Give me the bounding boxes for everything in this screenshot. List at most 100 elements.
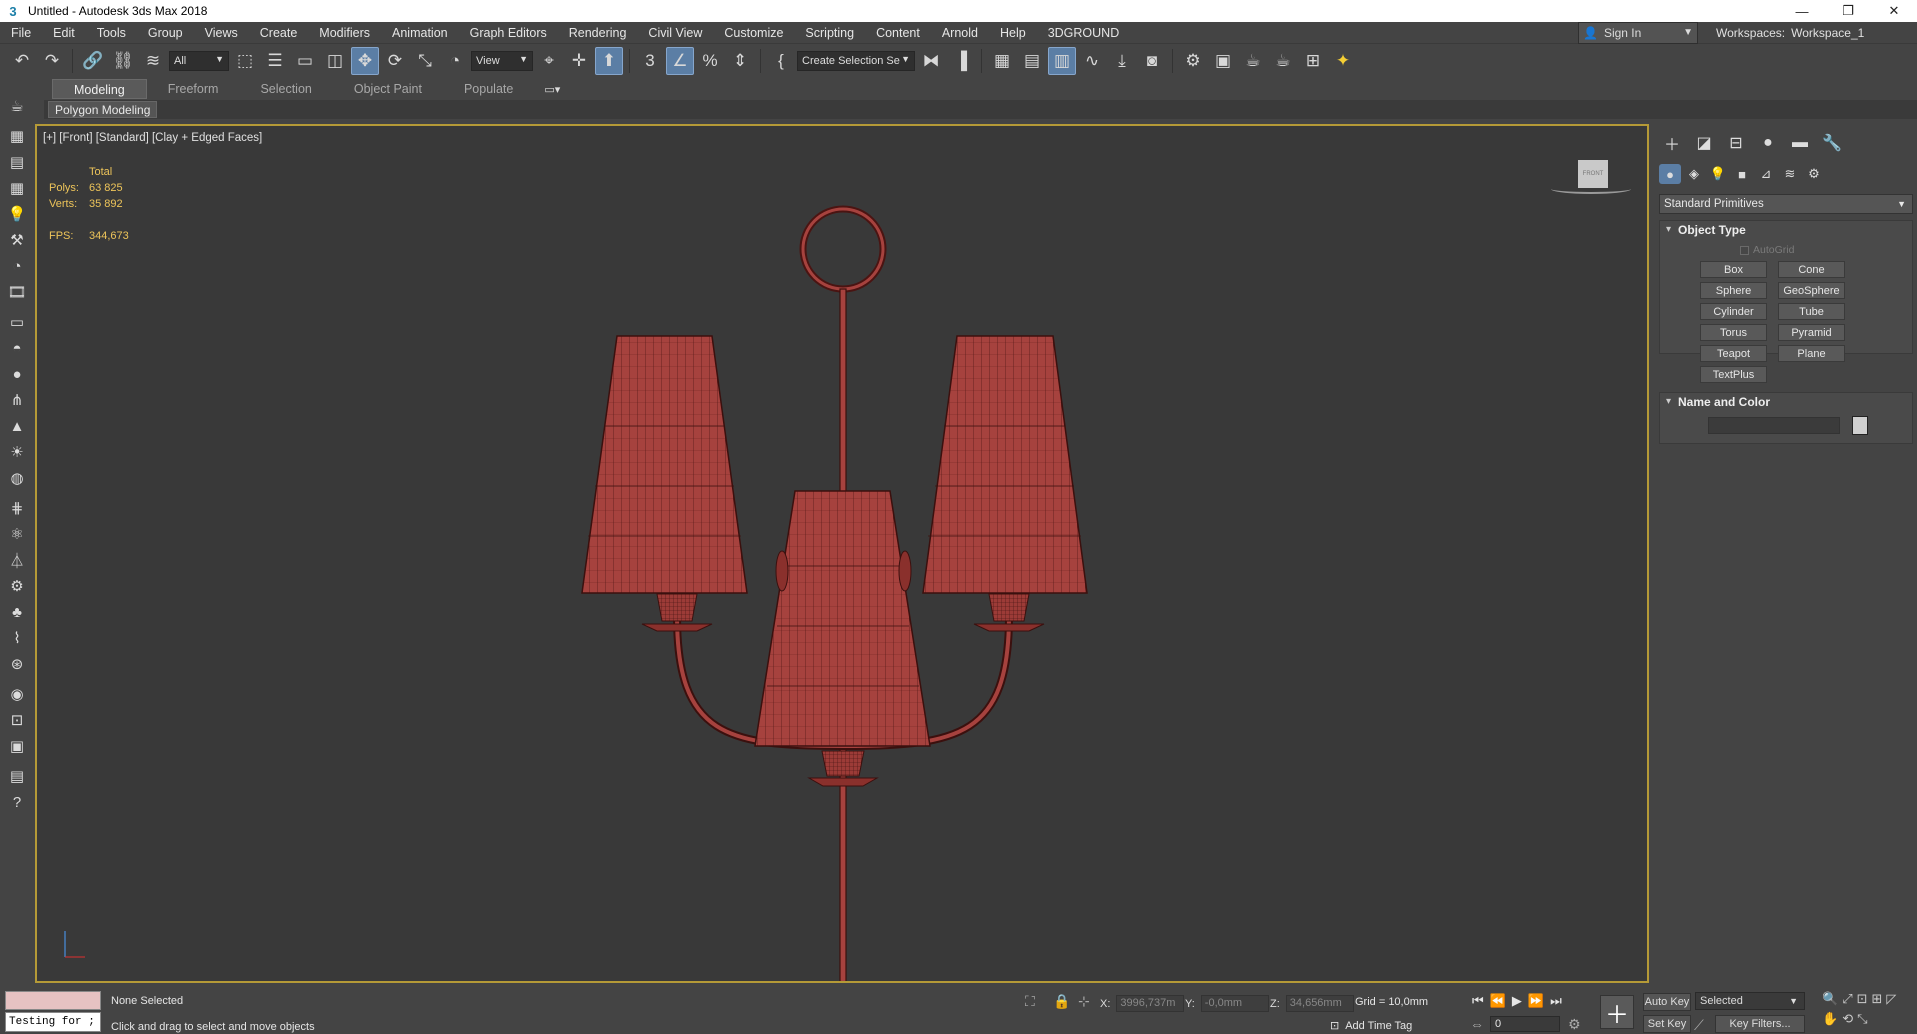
primitive-type-dropdown[interactable]: Standard Primitives ▼ xyxy=(1659,194,1913,214)
go-to-end-icon[interactable]: ⏭ xyxy=(1550,993,1562,1009)
menu-file[interactable]: File xyxy=(0,22,42,44)
sconce-model[interactable] xyxy=(37,126,1647,981)
curve-editor-icon[interactable]: ∿ xyxy=(1078,47,1106,75)
textplus-button[interactable]: TextPlus xyxy=(1700,366,1767,383)
torus-button[interactable]: Torus xyxy=(1700,324,1767,341)
key-filters-button[interactable]: Key Filters... xyxy=(1715,1015,1805,1033)
menu-scripting[interactable]: Scripting xyxy=(794,22,865,44)
shell-icon[interactable]: ⊛ xyxy=(5,652,29,676)
sun-icon[interactable]: ☀ xyxy=(5,440,29,464)
select-object-icon[interactable]: ⬚ xyxy=(231,47,259,75)
lights-icon[interactable]: 💡 xyxy=(1707,164,1729,184)
select-by-name-icon[interactable]: ☰ xyxy=(261,47,289,75)
auto-key-button[interactable]: Auto Key xyxy=(1643,993,1691,1011)
select-and-move-icon[interactable]: ✥ xyxy=(351,47,379,75)
object-type-title[interactable]: Object Type xyxy=(1660,221,1912,239)
menu-help[interactable]: Help xyxy=(989,22,1037,44)
render-icon[interactable]: ⊡ xyxy=(5,708,29,732)
layer-explorer-icon[interactable]: ▤ xyxy=(1018,47,1046,75)
table-icon[interactable]: ▦ xyxy=(5,176,29,200)
zoom-all-icon[interactable]: ⤢ xyxy=(1842,991,1852,1007)
time-configuration-icon[interactable]: ⚙ xyxy=(1568,1016,1581,1033)
selection-filter-dropdown[interactable]: All ▼ xyxy=(169,51,229,71)
sphere-button[interactable]: Sphere xyxy=(1700,282,1767,299)
menu-group[interactable]: Group xyxy=(137,22,194,44)
select-manipulate-icon[interactable]: ✛ xyxy=(565,47,593,75)
previous-frame-icon[interactable]: ⏪ xyxy=(1490,993,1506,1009)
menu-edit[interactable]: Edit xyxy=(42,22,86,44)
plugin-star-icon[interactable]: ✦ xyxy=(1329,47,1357,75)
close-button[interactable]: ✕ xyxy=(1871,0,1917,22)
current-frame-field[interactable]: 0 xyxy=(1490,1016,1560,1032)
utilities-tab-wrench-icon[interactable]: 🔧 xyxy=(1819,132,1845,154)
menu-rendering[interactable]: Rendering xyxy=(558,22,638,44)
geometry-icon[interactable]: ● xyxy=(1659,164,1681,184)
snaps-toggle-icon[interactable]: 3 xyxy=(636,47,664,75)
light-icon[interactable]: 💡 xyxy=(5,202,29,226)
3dsmax-app-icon[interactable]: 3 xyxy=(6,4,20,19)
menu-arnold[interactable]: Arnold xyxy=(931,22,989,44)
media-icon[interactable]: ▣ xyxy=(5,734,29,758)
next-frame-icon[interactable]: ⏩ xyxy=(1528,993,1544,1009)
menu-animation[interactable]: Animation xyxy=(381,22,459,44)
plant-icon[interactable]: ♣ xyxy=(5,600,29,624)
cameras-icon[interactable]: ■ xyxy=(1731,164,1753,184)
help-icon[interactable]: ? xyxy=(5,790,29,814)
absolute-mode-icon[interactable]: ⊹ xyxy=(1078,993,1090,1010)
hemisphere-icon[interactable]: ◓ xyxy=(5,336,29,360)
undo-icon[interactable]: ↶ xyxy=(8,47,36,75)
checkbox[interactable] xyxy=(1740,245,1749,255)
menu-3dground[interactable]: 3DGROUND xyxy=(1037,22,1131,44)
film-icon[interactable]: 🎞 xyxy=(5,280,29,304)
menu-customize[interactable]: Customize xyxy=(713,22,794,44)
ball-icon[interactable]: ◍ xyxy=(5,466,29,490)
angle-snap-icon[interactable]: ∠ xyxy=(666,47,694,75)
hair-icon[interactable]: ⌇ xyxy=(5,626,29,650)
menu-content[interactable]: Content xyxy=(865,22,931,44)
camera-icon[interactable]: ◔ xyxy=(5,254,29,278)
grid-object-icon[interactable]: ⋕ xyxy=(5,496,29,520)
render-setup-icon[interactable]: ⚙ xyxy=(1179,47,1207,75)
pyramid-button[interactable]: Pyramid xyxy=(1778,324,1845,341)
tab-object-paint[interactable]: Object Paint xyxy=(333,79,443,99)
key-mode-dropdown[interactable]: Selected ▼ xyxy=(1695,992,1805,1010)
sphere-icon[interactable]: ● xyxy=(5,362,29,386)
x-coordinate-field[interactable]: 3996,737m xyxy=(1116,995,1185,1012)
render-grid-icon[interactable]: ⊞ xyxy=(1299,47,1327,75)
z-coordinate-field[interactable]: 34,656mm xyxy=(1285,995,1354,1012)
edit-named-selection-icon[interactable]: { xyxy=(767,47,795,75)
link-icon[interactable]: 🔗 xyxy=(79,47,107,75)
cone-button[interactable]: Cone xyxy=(1778,261,1845,278)
helpers-icon[interactable]: ⊿ xyxy=(1755,164,1777,184)
front-viewport[interactable]: [+] [Front] [Standard] [Clay + Edged Fac… xyxy=(35,124,1649,983)
render-activeshade-icon[interactable]: ☕ xyxy=(1269,47,1297,75)
schematic-view-icon[interactable]: ⤓ xyxy=(1108,47,1136,75)
zoom-extents-icon[interactable]: ⊡ xyxy=(1857,991,1868,1007)
maximize-viewport-icon[interactable]: ⤡ xyxy=(1857,1011,1867,1027)
polygon-modeling-panel[interactable]: Polygon Modeling xyxy=(48,101,158,118)
set-key-button[interactable]: Set Key xyxy=(1643,1015,1691,1033)
pan-icon[interactable]: ✋ xyxy=(1822,1011,1838,1027)
scene-explorer-icon[interactable]: ▦ xyxy=(988,47,1016,75)
array-icon[interactable]: ⋔ xyxy=(5,388,29,412)
modifier-icon[interactable]: ⚒ xyxy=(5,228,29,252)
play-icon[interactable]: ▶ xyxy=(1512,993,1522,1009)
scene-explorer-icon[interactable]: ▦ xyxy=(5,124,29,148)
tab-selection[interactable]: Selection xyxy=(239,79,332,99)
maxscript-mini-listener-output[interactable] xyxy=(5,991,101,1010)
spinner-snap-icon[interactable]: ⇕ xyxy=(726,47,754,75)
modify-tab-icon[interactable]: ◪ xyxy=(1691,132,1717,154)
tube-button[interactable]: Tube xyxy=(1778,303,1845,320)
zoom-extents-all-icon[interactable]: ⊞ xyxy=(1872,991,1883,1007)
add-time-tag[interactable]: ⊡ Add Time Tag xyxy=(1330,1019,1412,1033)
unlink-icon[interactable]: ⛓ xyxy=(109,47,137,75)
teapot-button[interactable]: Teapot xyxy=(1700,345,1767,362)
layers-icon[interactable]: ▤ xyxy=(5,150,29,174)
select-and-scale-icon[interactable]: ⤡ xyxy=(411,47,439,75)
object-name-input[interactable] xyxy=(1708,417,1840,434)
workspaces-selector[interactable]: Workspaces: Workspace_1 xyxy=(1716,22,1864,44)
object-color-swatch[interactable] xyxy=(1852,416,1868,435)
material-editor-icon[interactable]: ◙ xyxy=(1138,47,1166,75)
field-of-view-icon[interactable]: ◸ xyxy=(1886,991,1896,1007)
shapes-icon[interactable]: ◈ xyxy=(1683,164,1705,184)
